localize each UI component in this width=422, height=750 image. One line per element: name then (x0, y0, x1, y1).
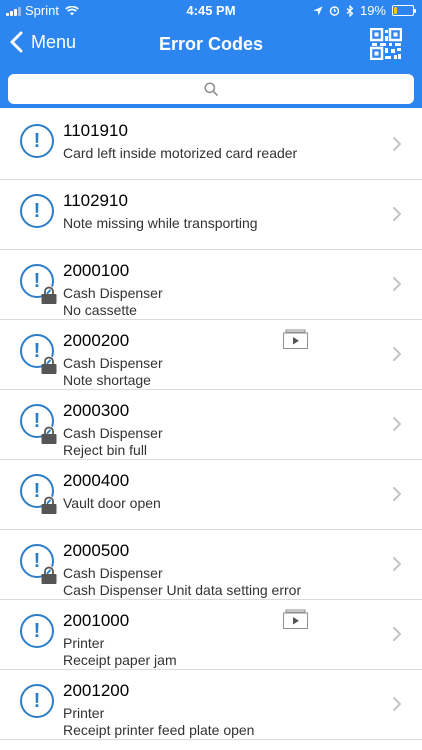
location-icon (313, 6, 323, 15)
chevron-right-icon (393, 697, 401, 711)
video-icon (283, 609, 308, 629)
list-item[interactable]: ! 2001000 Printer Receipt paper jam (0, 600, 422, 670)
lock-icon (41, 496, 57, 514)
lock-icon (41, 286, 57, 304)
error-description: No cassette (63, 302, 137, 318)
error-description: Cash Dispenser Unit data setting error (63, 582, 302, 598)
chevron-right-icon (393, 417, 401, 431)
error-category: Cash Dispenser (63, 355, 163, 371)
error-code: 2001200 (63, 681, 130, 700)
error-category: Note missing while transporting (63, 215, 258, 231)
video-icon (283, 329, 308, 349)
error-description: Reject bin full (63, 442, 148, 458)
error-code: 2001000 (63, 611, 130, 630)
error-description: Receipt paper jam (63, 652, 177, 668)
chevron-right-icon (393, 557, 401, 571)
error-code: 2000400 (63, 471, 130, 490)
lock-icon (41, 356, 57, 374)
navigation-bar: Menu Error Codes (0, 22, 422, 66)
exclamation-icon: ! (20, 194, 54, 228)
search-input[interactable] (8, 74, 414, 104)
list-item[interactable]: ! 1102910 Note missing while transporting (0, 180, 422, 250)
back-button[interactable]: Menu (10, 31, 76, 53)
error-category: Cash Dispenser (63, 285, 163, 301)
error-category: Cash Dispenser (63, 565, 163, 581)
error-icon: ! (20, 194, 56, 230)
error-category: Printer (63, 705, 105, 721)
error-icon: ! (20, 264, 57, 304)
chevron-right-icon (393, 277, 401, 291)
error-icon: ! (20, 124, 56, 160)
list-item[interactable]: ! 2000200 Cash Dispenser Note shortage (0, 320, 422, 390)
chevron-right-icon (393, 487, 401, 501)
search-bar (0, 66, 422, 108)
error-icon: ! (20, 684, 56, 720)
exclamation-icon: ! (20, 684, 54, 718)
lock-icon (41, 566, 57, 584)
chevron-right-icon (393, 347, 401, 361)
error-icon: ! (20, 614, 56, 650)
chevron-right-icon (393, 137, 401, 151)
chevron-right-icon (393, 207, 401, 221)
chevron-left-icon (10, 31, 23, 53)
error-code: 2000200 (63, 331, 130, 350)
bluetooth-icon (346, 4, 354, 17)
exclamation-icon: ! (20, 614, 54, 648)
chevron-right-icon (393, 627, 401, 641)
battery-percent: 19% (359, 3, 386, 18)
error-icon: ! (20, 334, 57, 374)
error-description: Receipt printer feed plate open (63, 722, 255, 738)
list-item[interactable]: ! 2000100 Cash Dispenser No cassette (0, 250, 422, 320)
battery-icon (392, 5, 416, 16)
back-button-label: Menu (31, 31, 77, 52)
alarm-icon (329, 6, 340, 16)
error-icon: ! (20, 474, 57, 514)
qr-code-icon[interactable] (370, 28, 402, 60)
error-code: 1101910 (63, 121, 128, 140)
error-description: Note shortage (63, 372, 151, 388)
list-item[interactable]: ! 2001200 Printer Receipt printer feed plat… (0, 670, 422, 740)
status-bar: Sprint 4:45 PM 19% (0, 0, 422, 22)
error-category: Card left inside motorized card reader (63, 145, 298, 161)
list-item[interactable]: ! 2000500 Cash Dispenser Cash Dispenser Uni… (0, 530, 422, 600)
list-item[interactable]: ! 2000400 Vault door open (0, 460, 422, 530)
error-code: 1102910 (63, 191, 128, 210)
lock-icon (41, 426, 57, 444)
list-item[interactable]: ! 2000300 Cash Dispenser Reject bin full (0, 390, 422, 460)
exclamation-icon: ! (20, 124, 54, 158)
error-category: Printer (63, 635, 105, 651)
error-category: Cash Dispenser (63, 425, 163, 441)
error-code: 2000100 (63, 261, 130, 280)
error-icon: ! (20, 544, 57, 584)
error-icon: ! (20, 404, 57, 444)
error-code: 2000500 (63, 541, 130, 560)
error-code-list: ! 1101910 Card left inside motorized card … (0, 110, 422, 740)
list-item[interactable]: ! 1101910 Card left inside motorized card … (0, 110, 422, 180)
error-code: 2000300 (63, 401, 130, 420)
error-category: Vault door open (63, 495, 161, 511)
status-right: 19% (313, 3, 416, 18)
